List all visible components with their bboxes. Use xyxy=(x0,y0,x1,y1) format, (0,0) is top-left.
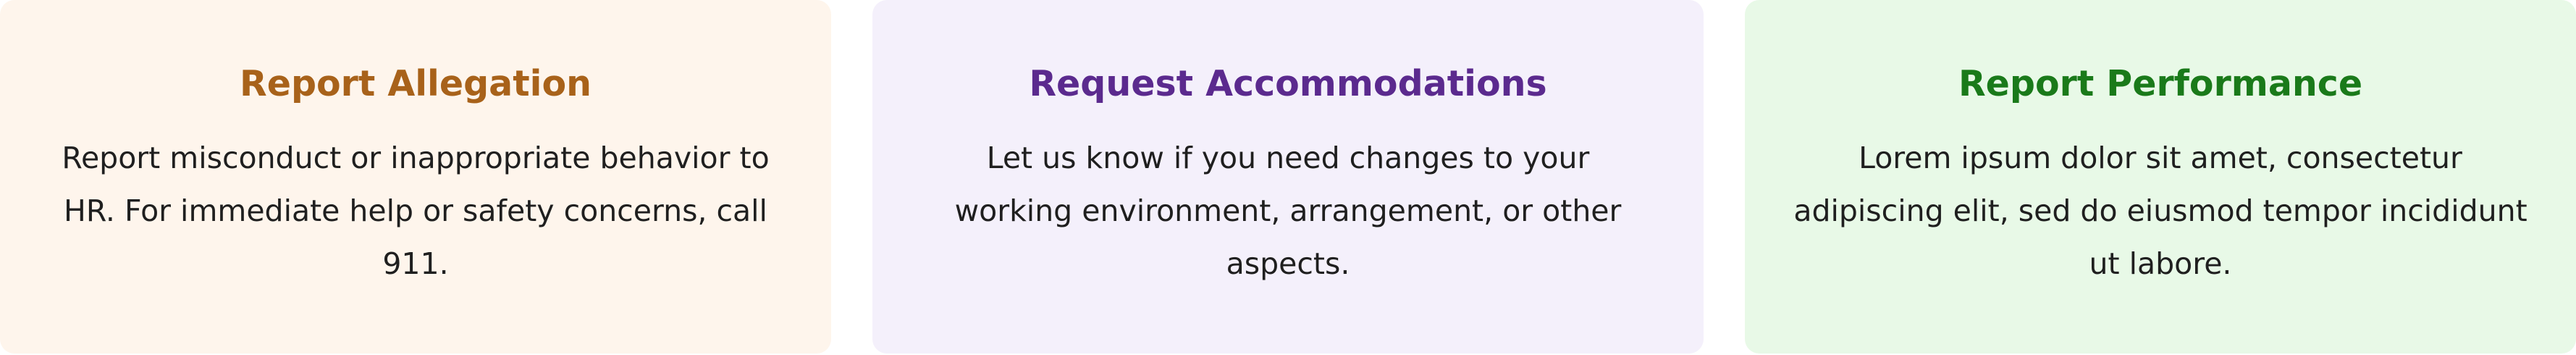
card-description: Let us know if you need changes to your … xyxy=(954,140,1622,281)
card-title: Report Allegation xyxy=(239,63,592,105)
request-accommodations-card[interactable]: Request Accommodations Let us know if yo… xyxy=(872,0,1704,354)
card-description: Lorem ipsum dolor sit amet, consectetur … xyxy=(1793,140,2527,281)
action-cards: Report Allegation Report misconduct or i… xyxy=(0,0,2576,355)
report-allegation-card[interactable]: Report Allegation Report misconduct or i… xyxy=(0,0,831,354)
card-description: Report misconduct or inappropriate behav… xyxy=(62,140,770,281)
report-performance-card[interactable]: Report Performance Lorem ipsum dolor sit… xyxy=(1745,0,2576,354)
card-title: Request Accommodations xyxy=(1029,63,1547,105)
card-title: Report Performance xyxy=(1958,63,2363,105)
